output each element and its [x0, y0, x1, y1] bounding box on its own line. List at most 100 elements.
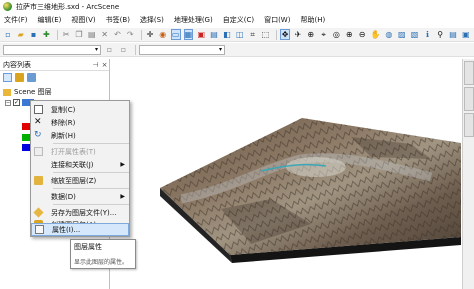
list-by-drawing-order-icon[interactable] [3, 72, 12, 82]
cut-icon[interactable]: ✂ [61, 29, 71, 40]
tooltip-description: 显示此图层的属性。 [74, 259, 129, 266]
toolbox-dock-tab[interactable] [464, 113, 474, 137]
menu-item-label: 缩放至图层(Z) [51, 176, 97, 185]
zoom-layer-icon [34, 176, 43, 185]
submenu-arrow-icon: ▶ [120, 161, 125, 168]
add-data-icon[interactable]: ✚ [41, 29, 51, 40]
animation-icon[interactable]: ▤ [448, 29, 458, 40]
new-document-icon[interactable]: ▫ [3, 29, 13, 40]
add-data-plus-icon[interactable]: ✛ [145, 29, 155, 40]
scene-layers-node[interactable]: Scene 图层 [3, 87, 52, 97]
toolbar-separator [57, 29, 59, 40]
menu-edit[interactable]: 编辑(E) [38, 15, 62, 25]
zoom-in-icon[interactable]: ⊕ [344, 29, 354, 40]
menu-view[interactable]: 视图(V) [71, 15, 95, 25]
navigate-icon[interactable]: ✥ [280, 29, 291, 40]
toolbar-separator [276, 29, 278, 40]
tooltip-title: 图层属性 [74, 243, 102, 251]
menu-item-open-attribute-table: 打开属性表(T) [31, 145, 129, 158]
menu-selection[interactable]: 选择(S) [140, 15, 164, 25]
layer-view-icon[interactable]: ▦ [183, 29, 194, 40]
menu-item-refresh[interactable]: ↻ 刷新(H) [31, 129, 129, 142]
menu-bar: 文件(F) 编辑(E) 视图(V) 书签(B) 选择(S) 地理处理(G) 自定… [0, 14, 474, 26]
menu-item-properties[interactable]: 属性(I)... [31, 223, 129, 236]
menu-help[interactable]: 帮助(H) [300, 15, 325, 25]
open-folder-icon[interactable]: ▰ [16, 29, 26, 40]
visibility-checkbox[interactable]: ✓ [13, 99, 20, 106]
catalog-dock-tab[interactable] [464, 61, 474, 85]
scene-combo[interactable]: ▾ [139, 44, 225, 55]
info-icon[interactable]: ℹ [422, 29, 432, 40]
select-features-icon[interactable]: ▨ [397, 29, 407, 40]
scene-layers-label: Scene 图层 [14, 88, 52, 96]
close-icon[interactable]: × [100, 61, 109, 69]
window-title: 拉萨市三维地形.sxd - ArcScene [16, 2, 120, 11]
blank-icon [34, 192, 43, 201]
fly-icon[interactable]: ✈ [293, 29, 303, 40]
search-window-icon[interactable]: ◧ [222, 29, 232, 40]
menu-item-copy[interactable]: 复制(C) [31, 103, 129, 116]
properties-tooltip: 图层属性 显示此图层的属性。 [70, 239, 136, 269]
menu-customize[interactable]: 自定义(C) [223, 15, 254, 25]
red-band-swatch [22, 123, 30, 130]
menu-bookmarks[interactable]: 书签(B) [106, 15, 130, 25]
catalog-icon[interactable]: ▤ [209, 29, 219, 40]
globe-icon[interactable]: ◉ [158, 29, 168, 40]
menu-windows[interactable]: 窗口(W) [264, 15, 290, 25]
title-bar: 拉萨市三维地形.sxd - ArcScene [0, 0, 474, 13]
target-center-icon[interactable]: ⊕ [306, 29, 316, 40]
menu-item-label: 另存为图层文件(Y)... [51, 208, 117, 217]
menu-item-data[interactable]: 数据(D) ▶ [31, 190, 129, 203]
menu-item-joins-relates[interactable]: 连接和关联(J) ▶ [31, 158, 129, 171]
list-by-source-icon[interactable] [15, 72, 24, 82]
menu-item-remove[interactable]: ✕ 移除(R) [31, 116, 129, 129]
chevron-down-icon: ▾ [218, 46, 222, 53]
menu-separator [53, 143, 129, 144]
paste-icon[interactable]: ▤ [87, 29, 97, 40]
scene-view-icon[interactable]: ▭ [170, 29, 181, 40]
menu-file[interactable]: 文件(F) [4, 15, 28, 25]
html-popup-icon[interactable]: ▣ [461, 29, 471, 40]
save-icon[interactable]: ▪ [29, 29, 39, 40]
layer-context-menu: 复制(C) ✕ 移除(R) ↻ 刷新(H) 打开属性表(T) 连接和关联(J) … [30, 100, 130, 237]
menu-item-label: 打开属性表(T) [51, 147, 96, 156]
menu-geoprocessing[interactable]: 地理处理(G) [174, 15, 213, 25]
blank-icon [34, 160, 43, 169]
clear-selection-icon[interactable]: ▧ [410, 29, 420, 40]
menu-item-label: 数据(D) [51, 192, 76, 201]
model-builder-icon[interactable]: ◫ [235, 29, 245, 40]
select-tool-icon[interactable]: ⬚ [260, 29, 270, 40]
redo-icon[interactable]: ↷ [125, 29, 135, 40]
pan-icon[interactable]: ✋ [370, 29, 381, 40]
collapse-icon[interactable]: − [5, 99, 11, 106]
copy-icon[interactable]: ❐ [74, 29, 84, 40]
menu-separator [53, 188, 129, 189]
properties-icon [35, 225, 44, 234]
menu-item-zoom-to-layer[interactable]: 缩放至图层(Z) [31, 174, 129, 187]
list-by-visibility-icon[interactable] [27, 72, 36, 82]
set-observer-icon[interactable]: ◎ [332, 29, 342, 40]
zoom-target-icon[interactable]: ⌖ [319, 29, 329, 40]
chevron-down-icon: ▾ [94, 46, 98, 53]
scene-view[interactable] [111, 59, 462, 289]
menu-item-label: 刷新(H) [51, 131, 76, 140]
pin-icon[interactable]: ⊣ [91, 61, 100, 69]
python-icon[interactable]: ⌗ [248, 29, 258, 40]
arctoolbox-icon[interactable]: ▣ [196, 29, 206, 40]
save-layer-icon [33, 207, 44, 218]
measure-icon[interactable]: ⚲ [435, 29, 445, 40]
delete-icon[interactable]: ✕ [100, 29, 110, 40]
undo-icon[interactable]: ↶ [113, 29, 123, 40]
layer-tool-2-icon[interactable]: ▫ [118, 44, 129, 55]
layer-tool-icon[interactable]: ▫ [104, 44, 115, 55]
zoom-out-icon[interactable]: ⊖ [357, 29, 367, 40]
table-icon [34, 147, 43, 156]
standard-toolbar: ▫ ▰ ▪ ✚ ✂ ❐ ▤ ✕ ↶ ↷ ✛ ◉ ▭ ▦ ▣ ▤ ◧ ◫ ⌗ ⬚ … [0, 28, 474, 42]
arcscene-app-icon [3, 2, 12, 11]
menu-item-label: 复制(C) [51, 105, 76, 114]
layer-combo[interactable]: ▾ [3, 44, 101, 55]
full-extent-icon[interactable]: ◍ [384, 29, 394, 40]
right-dock-bar [462, 59, 474, 289]
secondary-toolbar: ▾ ▫ ▫ ▾ [0, 43, 474, 57]
search-dock-tab[interactable] [464, 87, 474, 111]
